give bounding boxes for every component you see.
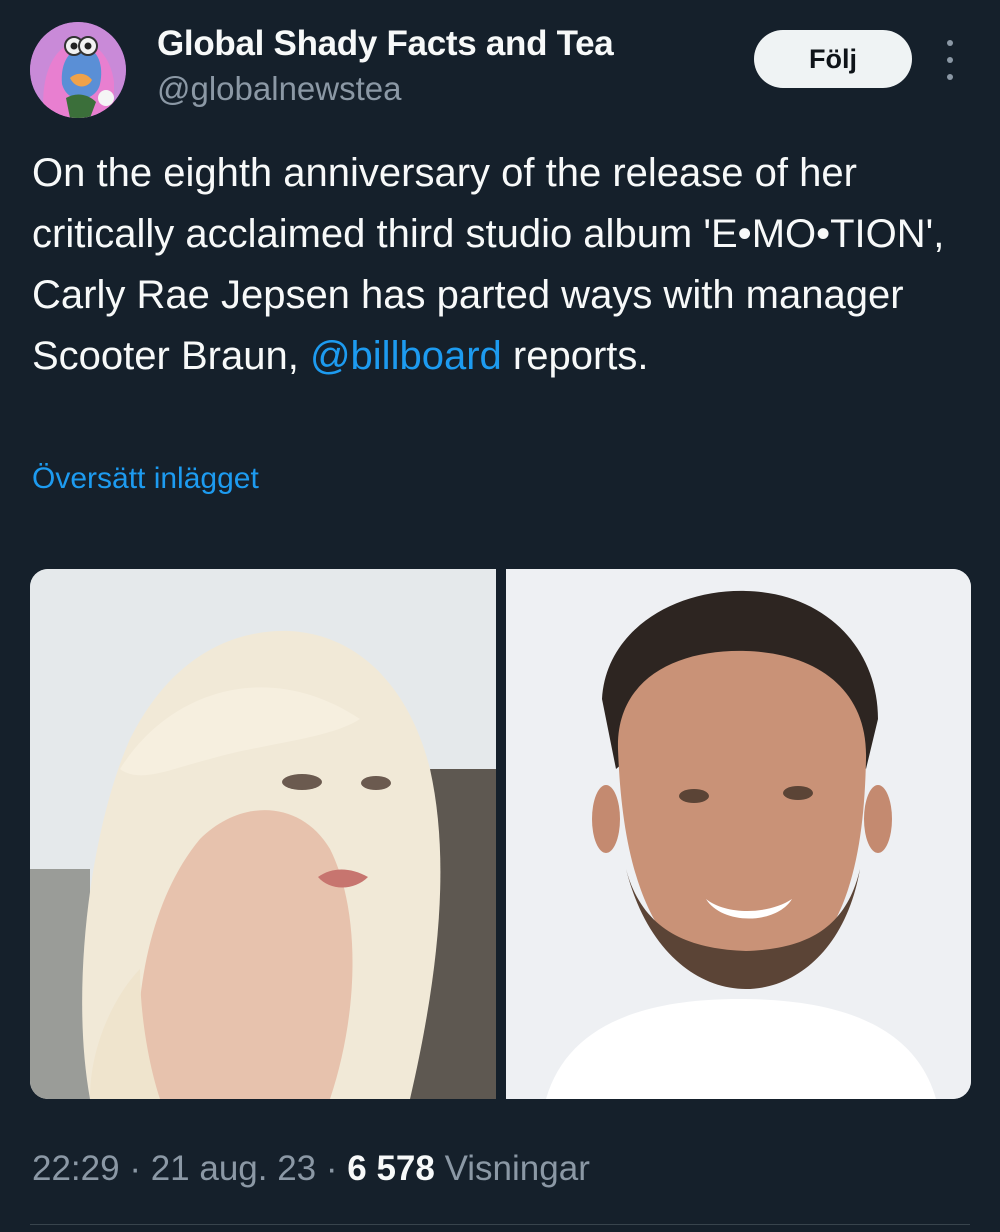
more-vertical-icon[interactable]	[938, 40, 962, 80]
tweet-text-tail: reports.	[501, 334, 649, 378]
photo-woman-blonde[interactable]	[30, 569, 496, 1099]
photo-man-smiling[interactable]	[505, 569, 971, 1099]
tweet-detail: Global Shady Facts and Tea @globalnewste…	[0, 0, 1000, 1232]
post-time[interactable]: 22:29	[32, 1149, 120, 1188]
media-grid	[30, 569, 971, 1099]
author-avatar[interactable]	[30, 22, 126, 118]
author-display-name[interactable]: Global Shady Facts and Tea	[157, 24, 614, 64]
meta-separator: ·	[316, 1149, 348, 1188]
tweet-text: On the eighth anniversary of the release…	[32, 143, 952, 387]
avatar-icon	[30, 22, 126, 118]
views-count: 6 578	[347, 1149, 435, 1188]
divider	[30, 1224, 970, 1225]
follow-button[interactable]: Följ	[754, 30, 912, 88]
photo-man-illustration	[505, 569, 971, 1099]
views-label: Visningar	[434, 1149, 590, 1188]
meta-separator: ·	[119, 1149, 151, 1188]
photo-woman-illustration	[30, 569, 496, 1099]
translate-post-link[interactable]: Översätt inlägget	[32, 462, 259, 496]
tweet-meta: 22:29 · 21 aug. 23 · 6 578 Visningar	[32, 1149, 590, 1189]
author-handle[interactable]: @globalnewstea	[157, 70, 402, 108]
post-date[interactable]: 21 aug. 23	[151, 1149, 316, 1188]
mention-link[interactable]: @billboard	[310, 334, 502, 378]
